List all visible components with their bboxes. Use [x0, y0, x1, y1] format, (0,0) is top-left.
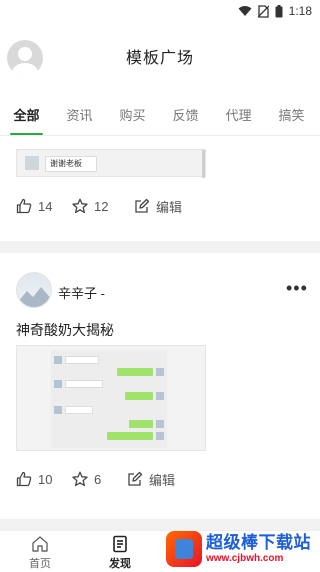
chat-bubble: 谢谢老板 [45, 156, 97, 172]
chat-avatar [54, 356, 62, 364]
edit-icon [128, 471, 143, 486]
status-time: 1:18 [288, 4, 312, 18]
chat-avatar [156, 368, 164, 376]
wifi-icon [238, 6, 252, 16]
post-actions: 14 12 编辑 [0, 194, 320, 218]
like-button[interactable]: 10 [16, 471, 52, 487]
watermark: 超级棒下载站 www.cjbwh.com [166, 528, 316, 570]
thumbs-up-icon [16, 471, 32, 487]
chat-screenshot [51, 350, 167, 448]
chat-avatar [156, 432, 164, 440]
image-edge [202, 150, 205, 178]
edit-label: 编辑 [156, 199, 183, 215]
nav-home[interactable]: 首页 [0, 531, 80, 572]
post-title[interactable]: 神奇酸奶大揭秘 [16, 320, 114, 340]
tab-feedback[interactable]: 反馈 [159, 98, 212, 135]
home-icon [32, 536, 48, 552]
landscape-icon [17, 287, 51, 307]
watermark-url: www.cjbwh.com [206, 553, 284, 564]
favorite-count: 6 [94, 471, 102, 487]
chat-avatar [156, 392, 164, 400]
chat-avatar [25, 156, 39, 170]
chat-avatar [54, 380, 62, 388]
no-sim-icon [257, 4, 269, 18]
chat-message [125, 392, 153, 400]
watermark-title: 超级棒下载站 [206, 533, 311, 552]
like-count: 10 [38, 471, 53, 487]
post-image[interactable] [16, 345, 206, 451]
tab-all[interactable]: 全部 [0, 98, 53, 135]
favorite-button[interactable]: 6 [72, 471, 101, 487]
chat-avatar [156, 420, 164, 428]
nav-home-label: 首页 [29, 558, 51, 570]
header: 模板广场 [0, 22, 320, 94]
watermark-logo-icon [166, 531, 202, 567]
discover-icon [113, 535, 127, 553]
thumbs-up-icon [16, 198, 32, 214]
watermark-text: 超级棒下载站 www.cjbwh.com [206, 533, 311, 565]
chat-message [117, 368, 153, 376]
tab-agent[interactable]: 代理 [212, 98, 265, 135]
category-tabs: 全部 资讯 购买 反馈 代理 搞笑 [0, 98, 320, 136]
chat-avatar [54, 406, 62, 414]
chat-message [65, 380, 103, 388]
nav-discover[interactable]: 发现 [80, 531, 160, 572]
post-actions: 10 6 编辑 [0, 467, 320, 491]
star-icon [72, 198, 88, 214]
author-name[interactable]: 辛辛子 - [58, 283, 105, 302]
post-divider [0, 241, 320, 253]
battery-icon [275, 4, 283, 17]
more-options-icon[interactable]: ••• [286, 279, 308, 297]
edit-label: 编辑 [149, 472, 176, 488]
chat-message [65, 356, 99, 364]
post-feed[interactable]: 谢谢老板 14 12 编辑 辛辛子 - ••• 神奇酸奶大揭秘 10 6 编辑 [0, 137, 320, 530]
favorite-count: 12 [94, 198, 109, 214]
edit-button[interactable]: 编辑 [127, 470, 175, 489]
edit-button[interactable]: 编辑 [134, 197, 182, 216]
nav-discover-label: 发现 [109, 558, 131, 570]
post-image[interactable]: 谢谢老板 [16, 149, 206, 178]
tab-news[interactable]: 资讯 [53, 98, 106, 135]
page-title: 模板广场 [125, 50, 194, 67]
chat-message [107, 432, 153, 440]
favorite-button[interactable]: 12 [72, 198, 108, 214]
status-bar: 1:18 [0, 0, 320, 22]
star-icon [72, 471, 88, 487]
author-avatar[interactable] [16, 272, 52, 308]
chat-message [65, 406, 93, 414]
tab-funny[interactable]: 搞笑 [265, 98, 318, 135]
like-count: 14 [38, 198, 53, 214]
chat-message [129, 420, 153, 428]
tab-purchase[interactable]: 购买 [106, 98, 159, 135]
edit-icon [135, 198, 150, 213]
like-button[interactable]: 14 [16, 198, 52, 214]
